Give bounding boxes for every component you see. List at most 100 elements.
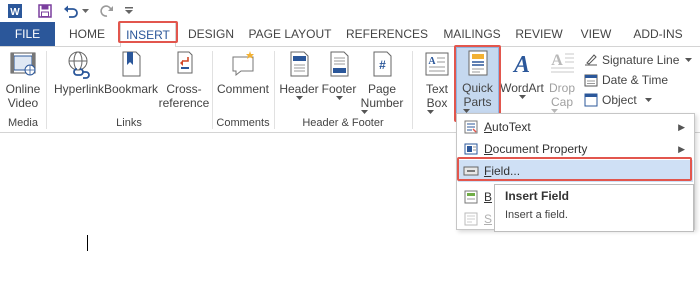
online-video-label-2: Video <box>7 96 39 110</box>
chevron-down-icon <box>685 57 693 62</box>
menu-item-field[interactable]: Field... <box>458 160 693 182</box>
group-separator <box>46 51 47 129</box>
svg-text:A: A <box>428 56 436 67</box>
header-button[interactable]: Header <box>278 49 320 104</box>
hyperlink-button[interactable]: Hyperlink <box>50 49 108 96</box>
signature-line-button[interactable]: Signature Line <box>584 50 696 70</box>
text-box-label-1: Text <box>425 82 448 96</box>
wordart-label: WordArt <box>500 81 544 95</box>
menu-item-autotext[interactable]: AutoText ▶ <box>458 116 693 138</box>
cross-reference-icon <box>177 51 193 74</box>
signature-line-label: Signature Line <box>602 53 680 67</box>
tab-view[interactable]: VIEW <box>577 22 615 46</box>
autotext-rest: utoText <box>492 120 531 134</box>
bookmark-icon <box>122 51 141 77</box>
cross-reference-label-2: reference <box>158 96 210 110</box>
cross-reference-button[interactable]: Cross- reference <box>158 49 210 110</box>
comment-icon <box>232 51 254 77</box>
quick-access-toolbar: W <box>0 0 700 22</box>
tab-add-ins[interactable]: ADD-INS <box>628 22 688 46</box>
object-button[interactable]: Object <box>584 90 656 110</box>
footer-button[interactable]: Footer <box>320 49 358 104</box>
field-icon <box>458 165 484 177</box>
wordart-icon: A <box>512 52 530 78</box>
tab-insert[interactable]: INSERT <box>120 22 176 47</box>
tab-mailings[interactable]: MAILINGS <box>438 22 506 46</box>
word-logo-icon: W <box>6 2 24 20</box>
group-label-links: Links <box>116 117 142 129</box>
drop-cap-button[interactable]: A Drop Cap <box>544 48 580 117</box>
group-separator <box>412 51 413 129</box>
customize-icon[interactable] <box>124 2 134 20</box>
group-label-media: Media <box>8 117 38 129</box>
save-selection-icon <box>458 212 484 226</box>
page-number-label-1: Page <box>367 82 397 96</box>
online-video-label-1: Online <box>5 82 41 96</box>
save-icon[interactable] <box>36 2 54 20</box>
tab-file[interactable]: FILE <box>0 22 55 46</box>
field-rest: ield... <box>491 164 521 178</box>
redo-icon[interactable] <box>98 2 116 20</box>
online-video-button[interactable]: Online Video <box>2 49 44 110</box>
quick-parts-button[interactable]: Quick Parts <box>456 48 499 117</box>
text-box-label-2-text: Box <box>426 96 448 110</box>
date-time-label: Date & Time <box>602 73 669 87</box>
tab-references[interactable]: REFERENCES <box>345 22 429 46</box>
object-icon <box>584 93 598 107</box>
submenu-arrow-icon: ▶ <box>678 121 685 132</box>
document-property-rest: ocument Property <box>492 142 588 156</box>
signature-line-icon <box>585 54 597 66</box>
svg-text:#: # <box>379 58 386 72</box>
quick-parts-label-2-text: Parts <box>463 95 492 109</box>
undo-icon[interactable] <box>62 2 80 20</box>
autotext-accel: A <box>484 120 493 134</box>
chevron-down-icon <box>426 110 434 114</box>
menu-item-document-property[interactable]: Document Property ▶ <box>458 138 693 160</box>
building-blocks-icon <box>458 190 484 204</box>
tooltip-title: Insert Field <box>505 189 570 203</box>
footer-icon <box>330 51 349 77</box>
tab-home[interactable]: HOME <box>63 22 111 46</box>
field-label: Field... <box>484 164 520 178</box>
text-box-button[interactable]: A Text Box <box>418 49 456 118</box>
save-selection-accel: S <box>484 212 493 226</box>
quick-parts-label-1: Quick <box>462 81 493 95</box>
online-video-icon <box>10 52 36 76</box>
comment-label: Comment <box>216 82 269 96</box>
header-label: Header <box>279 82 319 96</box>
date-time-button[interactable]: Date & Time <box>584 70 668 90</box>
page-number-label-2-text: Number <box>360 96 404 110</box>
text-box-label-2: Box <box>426 96 448 118</box>
tab-design[interactable]: DESIGN <box>185 22 237 46</box>
building-blocks-label: B <box>484 190 492 204</box>
page-number-label-2: Number <box>360 96 404 118</box>
svg-text:W: W <box>10 7 20 18</box>
drop-cap-icon: A <box>551 52 574 73</box>
text-box-icon: A <box>425 52 449 76</box>
building-blocks-accel: B <box>484 190 493 204</box>
undo-dropdown-icon[interactable] <box>80 2 90 20</box>
svg-text:A: A <box>512 52 530 78</box>
bookmark-button[interactable]: Bookmark <box>103 49 159 96</box>
chevron-down-icon <box>360 110 368 114</box>
comment-button[interactable]: Comment <box>214 49 272 96</box>
tab-review[interactable]: REVIEW <box>514 22 564 46</box>
page-number-button[interactable]: # Page Number <box>358 49 406 118</box>
field-tooltip: Insert Field Insert a field. <box>494 184 694 232</box>
text-cursor <box>87 235 88 251</box>
quick-parts-icon <box>468 50 487 76</box>
bookmark-label: Bookmark <box>103 82 159 96</box>
chevron-down-icon <box>644 97 652 102</box>
drop-cap-label-2-text: Cap <box>550 95 573 109</box>
drop-cap-label-1: Drop <box>548 81 575 95</box>
hyperlink-label: Hyperlink <box>53 82 104 96</box>
chevron-down-icon <box>335 96 343 100</box>
group-label-comments: Comments <box>216 117 270 129</box>
autotext-icon <box>458 120 484 134</box>
tab-page-layout[interactable]: PAGE LAYOUT <box>247 22 333 46</box>
document-property-accel: D <box>484 142 493 156</box>
group-separator <box>274 51 275 129</box>
group-label-header-footer: Header & Footer <box>302 117 384 129</box>
wordart-button[interactable]: A WordArt <box>500 48 544 103</box>
footer-label: Footer <box>321 82 357 96</box>
